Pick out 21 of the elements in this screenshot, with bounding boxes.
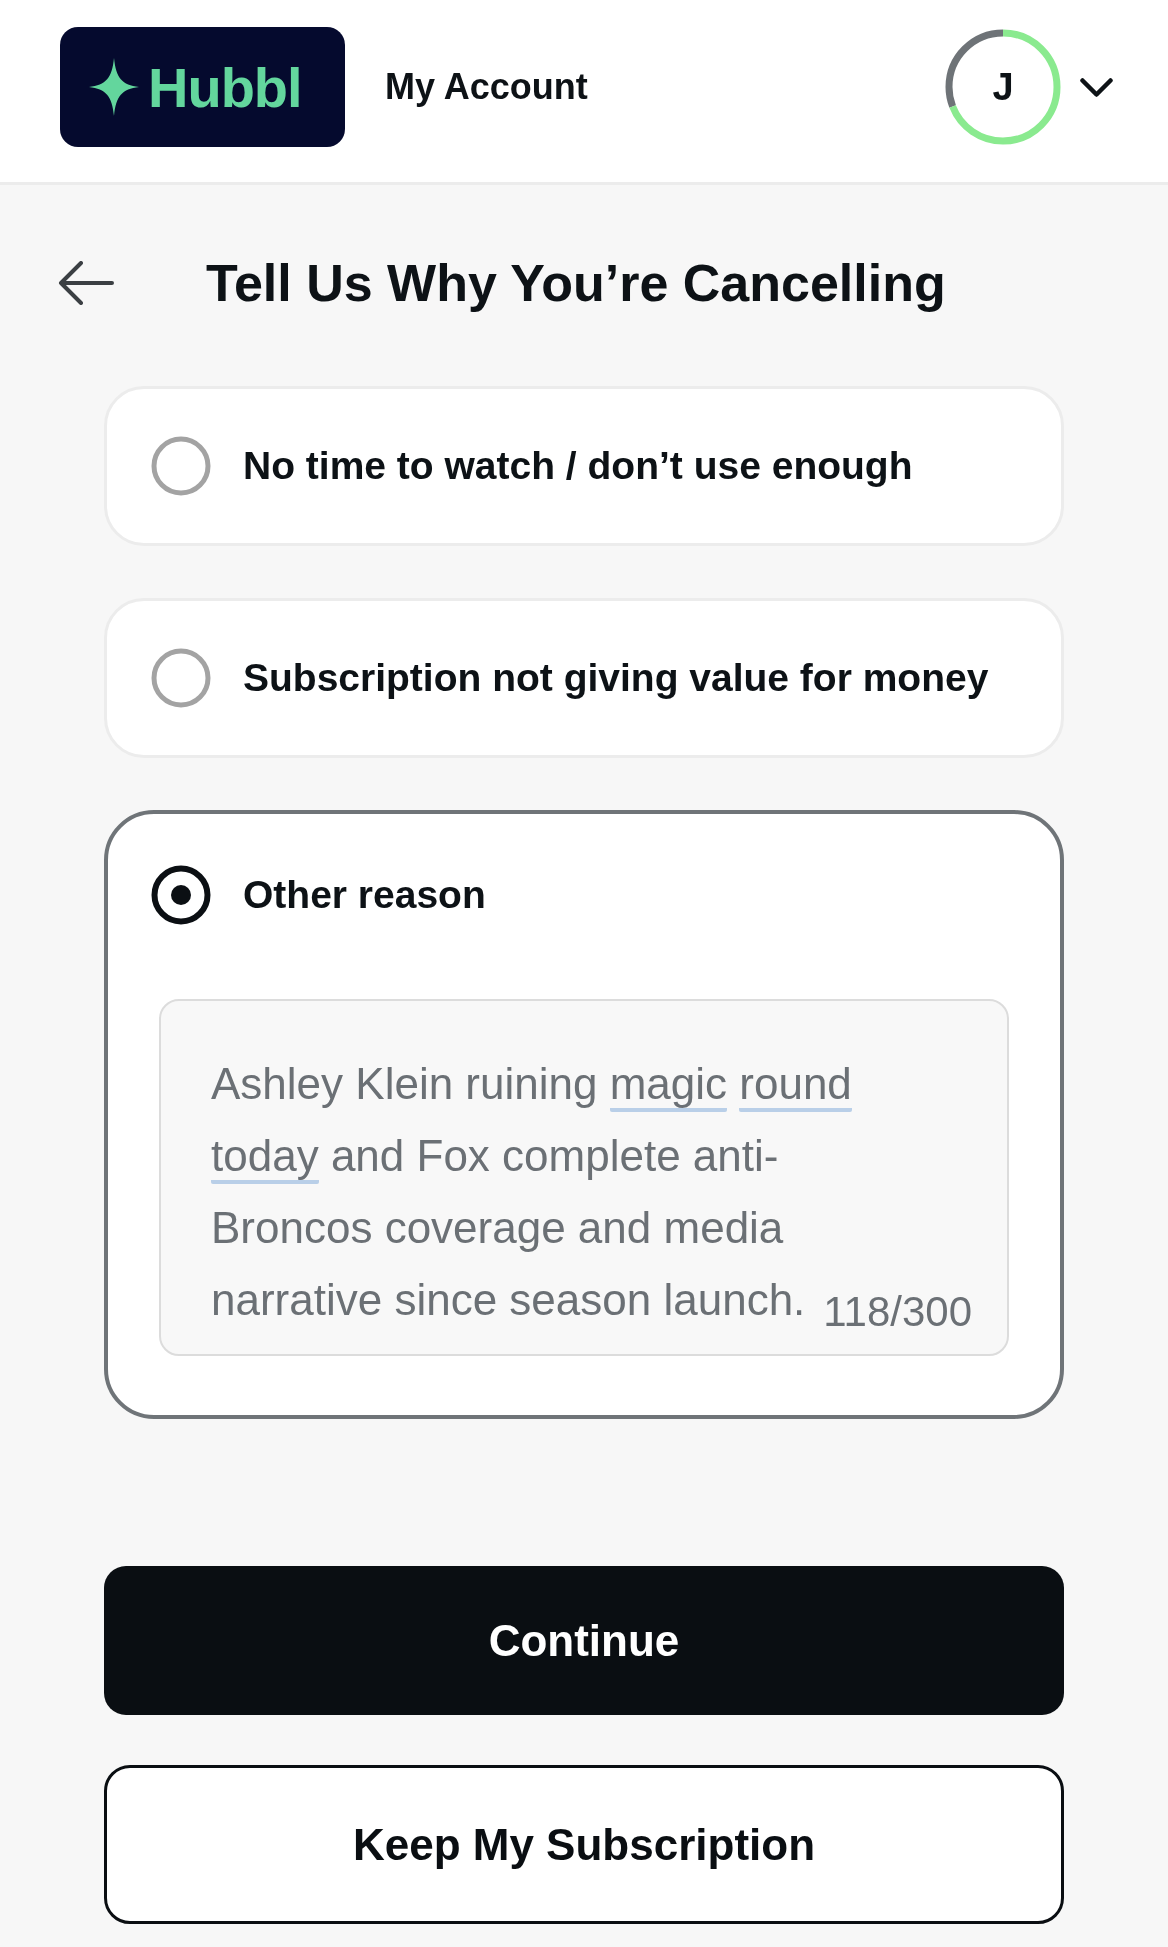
back-button[interactable] — [58, 261, 114, 305]
option-label: No time to watch / don’t use enough — [243, 444, 913, 488]
option-label: Subscription not giving value for money — [243, 656, 989, 700]
radio-button[interactable] — [151, 436, 211, 496]
page-title: Tell Us Why You’re Cancelling — [206, 253, 946, 314]
keep-subscription-button[interactable]: Keep My Subscription — [104, 1765, 1064, 1924]
account-menu-button[interactable]: J — [945, 29, 1113, 145]
account-title: My Account — [385, 66, 588, 108]
avatar-initial: J — [992, 65, 1014, 109]
continue-button[interactable]: Continue — [104, 1566, 1064, 1715]
reason-text-field[interactable]: Ashley Klein ruining magic round today and Fox complete anti-Broncos coverage and media narrative since season launch. 118/300 — [159, 999, 1009, 1356]
option-label: Other reason — [243, 873, 486, 917]
back-arrow-icon — [58, 261, 114, 305]
option-card[interactable]: No time to watch / don’t use enough — [104, 386, 1064, 546]
chevron-down-icon — [1080, 77, 1113, 97]
radio-button[interactable] — [151, 865, 211, 925]
option-card[interactable]: Other reason Ashley Klein ruining magic round today and Fox complete anti-Broncos coverage and media narrative since season launch. 118/300 — [104, 810, 1064, 1419]
logo-link[interactable]: Hubbl — [60, 27, 345, 147]
option-card[interactable]: Subscription not giving value for money — [104, 598, 1064, 758]
radio-button[interactable] — [151, 648, 211, 708]
character-count: 118/300 — [823, 1287, 972, 1337]
